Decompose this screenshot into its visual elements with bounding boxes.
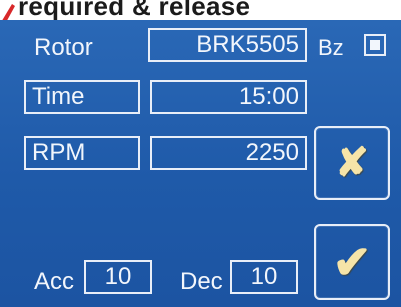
cancel-button[interactable]: ✘ [314, 126, 390, 200]
caption-text: required & release [18, 0, 251, 21]
rotor-label: Rotor [34, 34, 93, 61]
confirm-button[interactable]: ✔ [314, 224, 390, 300]
bz-checkbox[interactable] [364, 34, 386, 56]
bz-label: Bz [318, 35, 344, 60]
cross-icon: ✘ [335, 141, 369, 185]
bz-checkbox-mark [370, 40, 380, 50]
rpm-field[interactable]: 2250 [150, 136, 307, 170]
dec-field[interactable]: 10 [230, 260, 298, 294]
rpm-label: RPM [24, 136, 140, 170]
checkmark-icon: ✔ [332, 236, 372, 288]
time-field[interactable]: 15:00 [150, 80, 307, 114]
rotor-field[interactable]: BRK5505 [148, 28, 307, 62]
time-label: Time [24, 80, 140, 114]
acc-label: Acc [34, 268, 75, 295]
acc-field[interactable]: 10 [84, 260, 152, 294]
dec-label: Dec [180, 268, 223, 295]
